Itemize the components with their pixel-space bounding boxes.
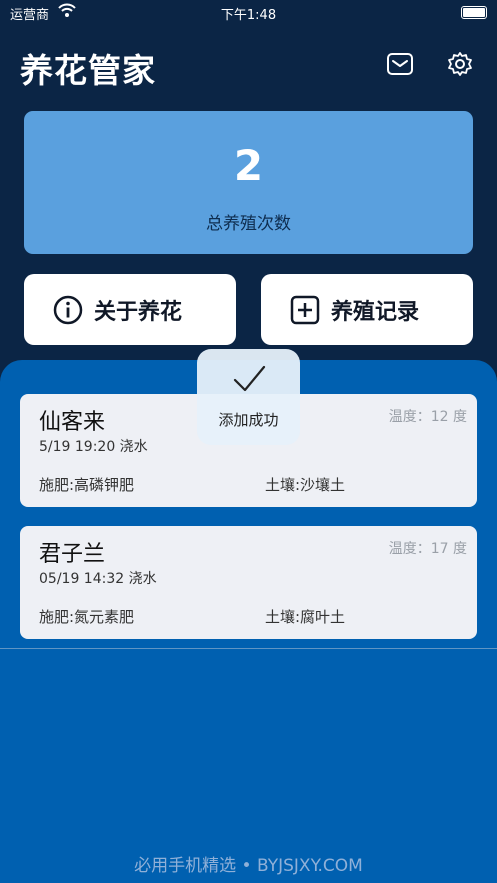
about-button[interactable]: 关于养花 (24, 274, 236, 345)
temperature: 温度：17 度 (388, 541, 467, 557)
app-title: 养花管家 (20, 51, 156, 90)
status-bar: 运营商 下午1:48 (0, 0, 497, 26)
toast-text: 添加成功 (218, 411, 279, 429)
records-button[interactable]: 养殖记录 (261, 274, 473, 345)
mail-icon[interactable] (386, 50, 414, 78)
plus-square-icon (290, 295, 320, 325)
gear-icon[interactable] (446, 50, 474, 78)
battery-icon (461, 6, 487, 19)
summary-count: 2 (233, 141, 264, 190)
temperature: 温度：12 度 (388, 409, 467, 425)
watering-time: 05/19 14:32 浇水 (39, 571, 157, 587)
info-icon (53, 295, 83, 325)
watering-time: 5/19 19:20 浇水 (39, 439, 148, 455)
fertilizer: 施肥:高磷钾肥 (39, 476, 135, 494)
summary-label: 总养殖次数 (206, 214, 291, 234)
record-card[interactable]: 君子兰 05/19 14:32 浇水 温度：17 度 施肥:氮元素肥 土壤:腐叶… (20, 526, 477, 639)
about-button-label: 关于养花 (94, 300, 183, 325)
watermark: 必用手机精选 • BYJSJXY.COM (134, 856, 363, 876)
soil: 土壤:沙壤土 (265, 476, 346, 494)
list-divider (0, 648, 497, 649)
records-button-label: 养殖记录 (331, 300, 420, 325)
plant-name: 仙客来 (39, 410, 106, 435)
status-time: 下午1:48 (220, 8, 277, 23)
summary-card: 2 总养殖次数 (24, 111, 473, 254)
plant-name: 君子兰 (39, 542, 106, 567)
checkmark-icon (233, 365, 266, 392)
soil: 土壤:腐叶土 (265, 608, 346, 626)
fertilizer: 施肥:氮元素肥 (39, 608, 135, 626)
success-toast: 添加成功 (197, 349, 300, 445)
